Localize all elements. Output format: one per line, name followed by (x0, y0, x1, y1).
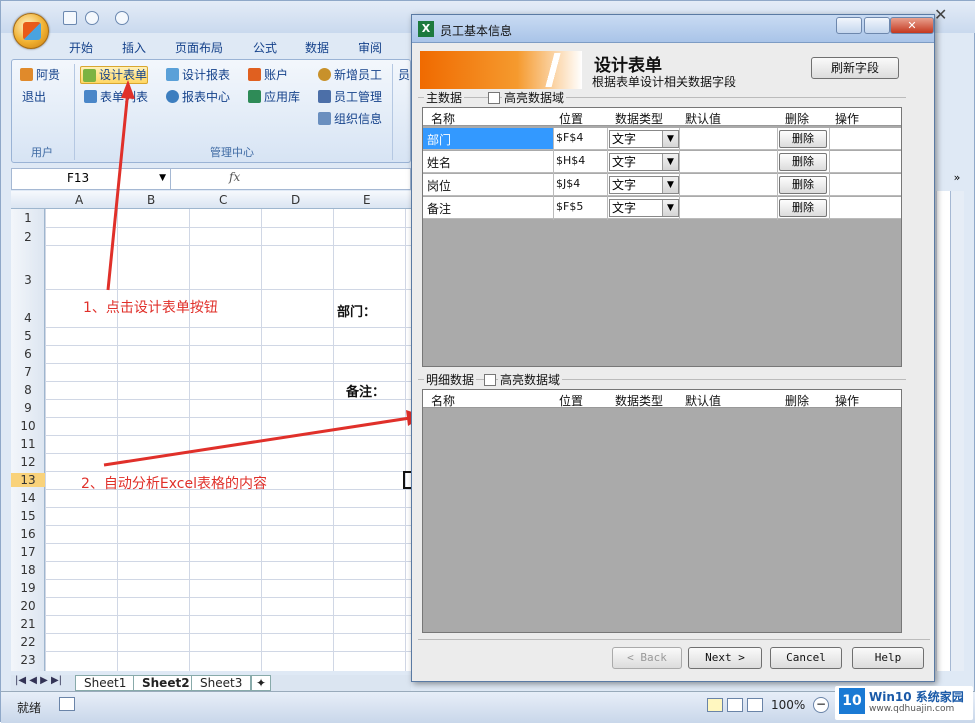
dialog-subheading: 根据表单设计相关数据字段 (592, 75, 737, 89)
col-position: 位置 (559, 112, 584, 126)
dialog-title: 员工基本信息 (440, 24, 513, 38)
chevron-down-icon[interactable]: ▼ (662, 154, 678, 170)
detail-data-label: 明细数据 (424, 371, 477, 388)
col-default: 默认值 (685, 394, 722, 408)
col-action: 操作 (835, 112, 860, 126)
col-position: 位置 (559, 394, 584, 408)
main-highlight-label: 高亮数据域 (502, 89, 567, 106)
col-name: 名称 (431, 112, 456, 126)
col-action: 操作 (835, 394, 860, 408)
col-type: 数据类型 (615, 394, 664, 408)
col-type: 数据类型 (615, 112, 664, 126)
detail-highlight-label: 高亮数据域 (498, 371, 563, 388)
dialog-titlebar: X 员工基本信息 ✕ (412, 15, 934, 43)
field-position[interactable]: $F$4 (556, 131, 583, 144)
chevron-down-icon[interactable]: ▼ (662, 177, 678, 193)
main-data-label: 主数据 (424, 89, 465, 106)
main-highlight-checkbox[interactable] (488, 92, 500, 104)
grid-col-sep (607, 128, 608, 220)
field-name[interactable]: 备注 (427, 200, 451, 217)
detail-data-grid: 名称 位置 数据类型 默认值 删除 操作 (422, 389, 902, 633)
main-data-grid: 名称 位置 数据类型 默认值 删除 操作 部门 $F$4 文字 ▼ 删除 姓名 $… (422, 107, 902, 367)
grid-col-sep (679, 128, 680, 220)
refresh-fields-button[interactable]: 刷新字段 (811, 57, 899, 79)
excel-app-icon: X (418, 21, 434, 37)
main-grid-header: 名称 位置 数据类型 默认值 删除 操作 (423, 108, 901, 126)
delete-button[interactable]: 删除 (779, 130, 827, 148)
delete-button[interactable]: 删除 (779, 153, 827, 171)
maximize-icon[interactable] (864, 17, 890, 34)
field-type-select[interactable]: 文字 ▼ (609, 130, 679, 148)
arrow-head-1 (121, 80, 135, 99)
field-position[interactable]: $H$4 (556, 154, 585, 167)
watermark: 10 Win10 系统家园 www.qdhuajin.com (835, 686, 973, 720)
field-type-select[interactable]: 文字 ▼ (609, 176, 679, 194)
field-type-value: 文字 (612, 155, 637, 169)
field-type-value: 文字 (612, 132, 637, 146)
footer-divider (418, 639, 930, 640)
field-name[interactable]: 姓名 (427, 154, 451, 171)
col-name: 名称 (431, 394, 456, 408)
col-delete: 删除 (785, 394, 810, 408)
cancel-button[interactable]: Cancel (770, 647, 842, 669)
field-name[interactable]: 部门 (427, 131, 451, 148)
field-type-value: 文字 (612, 201, 637, 215)
banner-stripe (542, 53, 564, 87)
field-position[interactable]: $J$4 (556, 177, 580, 190)
grid-col-sep (829, 128, 830, 220)
field-type-select[interactable]: 文字 ▼ (609, 199, 679, 217)
delete-button[interactable]: 删除 (779, 199, 827, 217)
field-type-select[interactable]: 文字 ▼ (609, 153, 679, 171)
grid-col-sep (553, 128, 554, 220)
chevron-down-icon[interactable]: ▼ (662, 200, 678, 216)
chevron-down-icon[interactable]: ▼ (662, 131, 678, 147)
watermark-title: Win10 系统家园 (869, 690, 964, 704)
back-button[interactable]: < Back (612, 647, 682, 669)
field-name[interactable]: 岗位 (427, 177, 451, 194)
watermark-logo-icon: 10 (839, 688, 865, 714)
help-button[interactable]: Help (852, 647, 924, 669)
delete-button[interactable]: 删除 (779, 176, 827, 194)
field-type-value: 文字 (612, 178, 637, 192)
col-delete: 删除 (785, 112, 810, 126)
detail-grid-header: 名称 位置 数据类型 默认值 删除 操作 (423, 390, 901, 408)
arrow-line-1 (106, 89, 130, 291)
minimize-icon[interactable] (836, 17, 862, 34)
arrow-line-2 (103, 416, 411, 467)
watermark-url: www.qdhuajin.com (869, 704, 955, 714)
design-form-dialog: X 员工基本信息 ✕ 设计表单 根据表单设计相关数据字段 刷新字段 主数据 高亮… (411, 14, 935, 682)
next-button[interactable]: Next > (688, 647, 762, 669)
col-default: 默认值 (685, 112, 722, 126)
close-icon[interactable]: ✕ (890, 17, 934, 34)
field-position[interactable]: $F$5 (556, 200, 583, 213)
detail-highlight-checkbox[interactable] (484, 374, 496, 386)
grid-col-sep (777, 128, 778, 220)
